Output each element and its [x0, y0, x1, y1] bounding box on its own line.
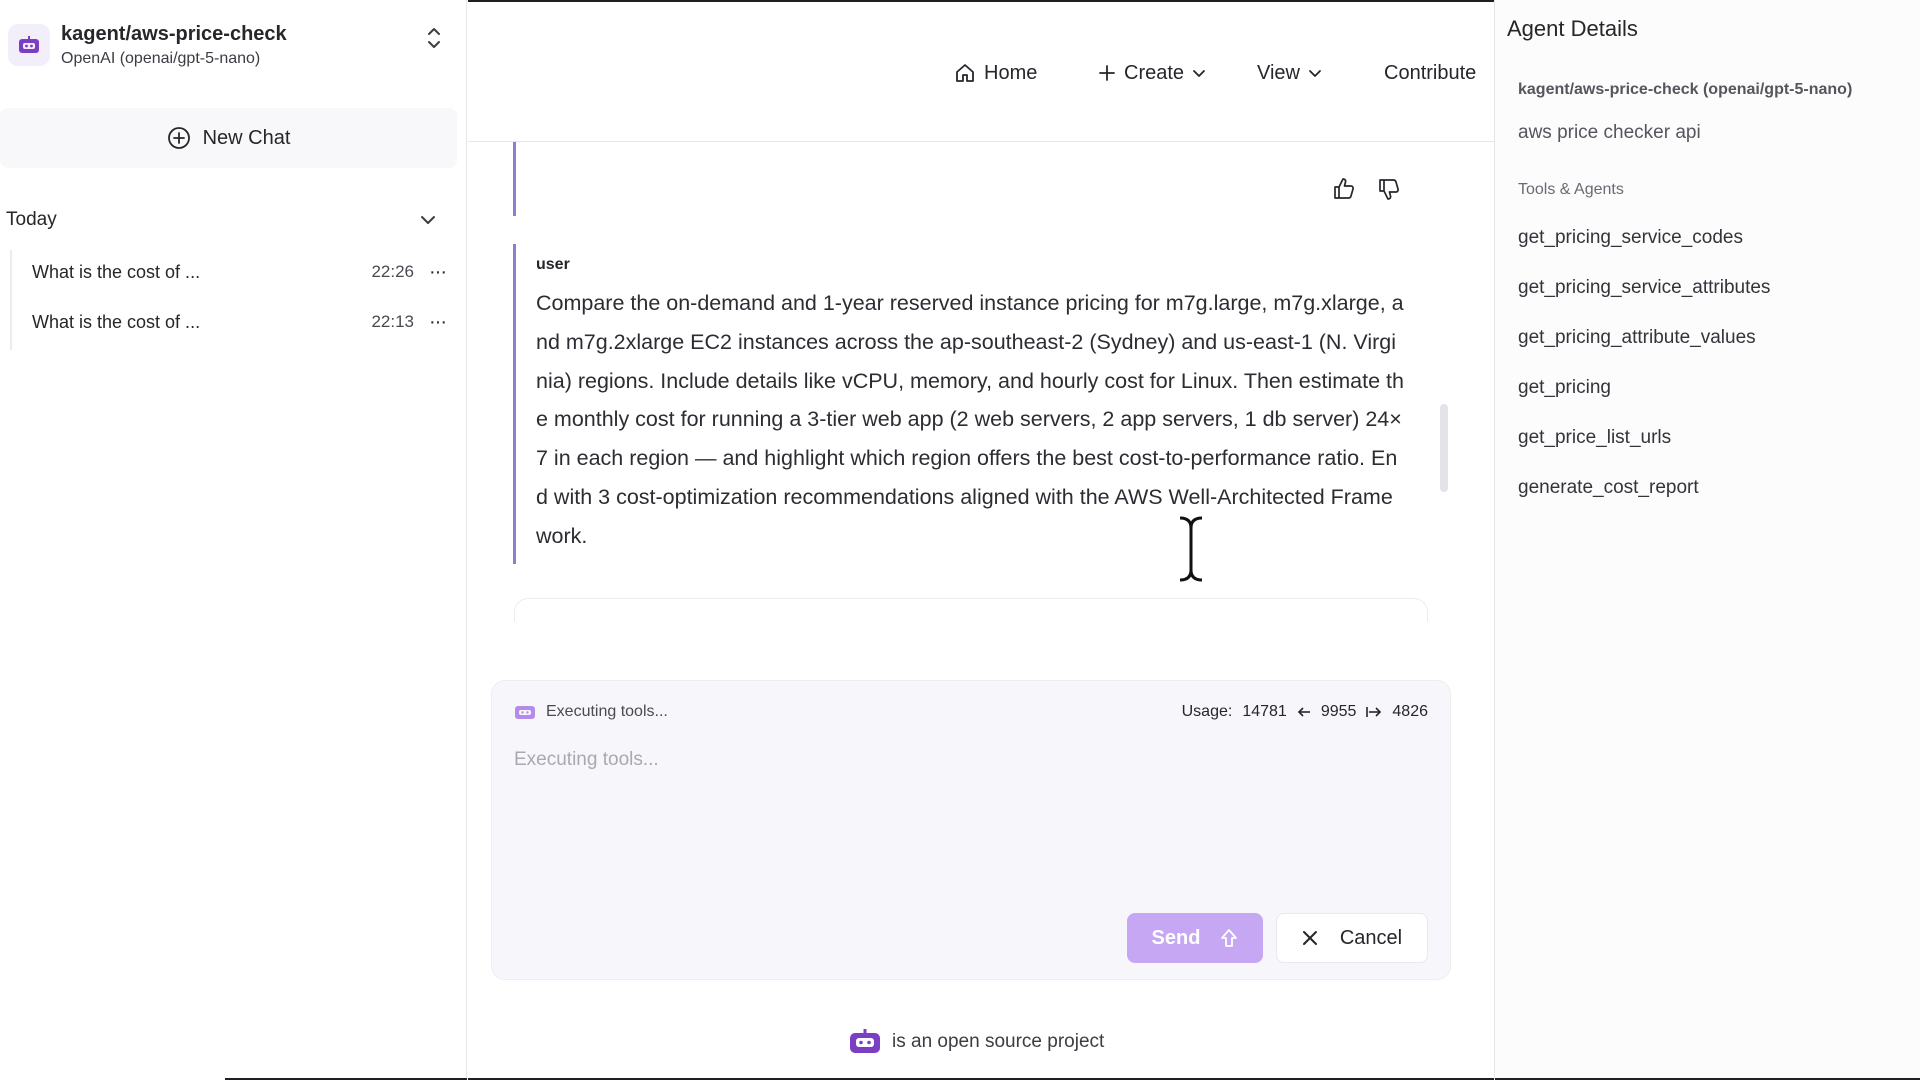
tool-item[interactable]: get_pricing_attribute_values: [1518, 327, 1756, 349]
more-menu-icon[interactable]: ···: [429, 261, 447, 284]
history-item[interactable]: What is the cost of ... 22:13 ···: [12, 300, 452, 344]
agent-model: OpenAI (openai/gpt-5-nano): [61, 50, 261, 67]
message-text: Compare the on-demand and 1-year reserve…: [536, 291, 1404, 548]
tool-item[interactable]: generate_cost_report: [1518, 477, 1699, 499]
history-item[interactable]: What is the cost of ... 22:26 ···: [12, 250, 452, 294]
close-icon: [1302, 930, 1318, 946]
new-chat-label: New Chat: [202, 126, 291, 149]
chat-area: user Compare the on-demand and 1-year re…: [468, 142, 1494, 1080]
top-nav: Home Create View Contribute: [468, 0, 1494, 142]
text-cursor-icon: [1176, 514, 1206, 584]
nav-home-label: Home: [984, 61, 1038, 84]
tool-item[interactable]: get_pricing_service_codes: [1518, 227, 1743, 249]
arrow-left-icon: [1297, 706, 1311, 718]
execution-status: Executing tools...: [514, 703, 668, 721]
nav-view[interactable]: View: [1257, 58, 1322, 88]
scrollbar[interactable]: [1440, 404, 1448, 492]
chat-history-list: What is the cost of ... 22:26 ··· What i…: [10, 250, 450, 350]
send-label: Send: [1151, 926, 1201, 949]
history-item-time: 22:26: [371, 262, 414, 281]
agent-name: kagent/aws-price-check: [61, 23, 287, 45]
usage-input: 9955: [1320, 703, 1357, 720]
cancel-button[interactable]: Cancel: [1276, 913, 1428, 963]
send-button[interactable]: Send: [1127, 913, 1263, 963]
tool-item[interactable]: get_price_list_urls: [1518, 427, 1671, 449]
message-accent-bar: [513, 142, 516, 216]
thumbs-up-icon[interactable]: [1331, 176, 1359, 204]
tool-item[interactable]: get_pricing: [1518, 377, 1611, 399]
nav-contribute[interactable]: Contribute: [1384, 58, 1476, 88]
agent-switcher[interactable]: kagent/aws-price-check OpenAI (openai/gp…: [0, 8, 460, 88]
usage-output: 4826: [1392, 703, 1428, 720]
sidebar: kagent/aws-price-check OpenAI (openai/gp…: [0, 0, 467, 1080]
usage-label: Usage:: [1181, 703, 1233, 720]
history-item-title: What is the cost of ...: [32, 311, 201, 332]
history-group-toggle[interactable]: Today: [6, 200, 446, 240]
robot-logo-icon[interactable]: [848, 1028, 882, 1056]
footer-text: is an open source project: [892, 1031, 1105, 1052]
chevron-up-down-icon[interactable]: [424, 24, 444, 52]
message-role-label: user: [536, 256, 570, 273]
tool-item[interactable]: get_pricing_service_attributes: [1518, 277, 1770, 299]
user-message: user Compare the on-demand and 1-year re…: [513, 244, 1473, 564]
plus-icon: [1098, 64, 1116, 82]
footer: is an open source project: [848, 1022, 1104, 1062]
details-description: aws price checker api: [1518, 122, 1701, 143]
response-card: [514, 598, 1428, 622]
details-agent-name: kagent/aws-price-check (openai/gpt-5-nan…: [1518, 81, 1853, 98]
robot-logo-icon: [514, 703, 536, 721]
nav-create[interactable]: Create: [1098, 58, 1206, 88]
cancel-label: Cancel: [1339, 926, 1403, 949]
chevron-down-icon: [1192, 69, 1206, 78]
arrow-up-icon: [1220, 928, 1238, 948]
history-item-time: 22:13: [371, 312, 414, 331]
arrow-right-bar-icon: [1366, 706, 1382, 718]
nav-contribute-label: Contribute: [1384, 61, 1477, 84]
thumbs-down-icon[interactable]: [1376, 176, 1404, 204]
token-usage: Usage: 14781 9955 4826: [1182, 703, 1428, 721]
nav-home[interactable]: Home: [954, 58, 1037, 88]
more-menu-icon[interactable]: ···: [429, 311, 447, 334]
execution-status-text: Executing tools...: [546, 703, 668, 720]
history-group-label: Today: [6, 209, 57, 230]
home-icon: [954, 62, 976, 84]
chevron-down-icon: [420, 215, 436, 225]
chat-composer: Executing tools... Usage: 14781 9955 482…: [491, 680, 1451, 980]
plus-circle-icon: [167, 126, 191, 150]
details-title: Agent Details: [1507, 16, 1638, 41]
new-chat-button[interactable]: New Chat: [0, 108, 457, 168]
nav-create-label: Create: [1124, 61, 1185, 84]
chevron-down-icon: [1308, 69, 1322, 78]
nav-view-label: View: [1257, 61, 1300, 84]
agent-details-panel: Agent Details kagent/aws-price-check (op…: [1494, 0, 1920, 1080]
message-input[interactable]: [514, 749, 1414, 889]
usage-total: 14781: [1242, 703, 1287, 720]
tools-heading: Tools & Agents: [1518, 181, 1624, 198]
robot-logo-icon: [8, 24, 50, 66]
history-item-title: What is the cost of ...: [32, 261, 201, 282]
